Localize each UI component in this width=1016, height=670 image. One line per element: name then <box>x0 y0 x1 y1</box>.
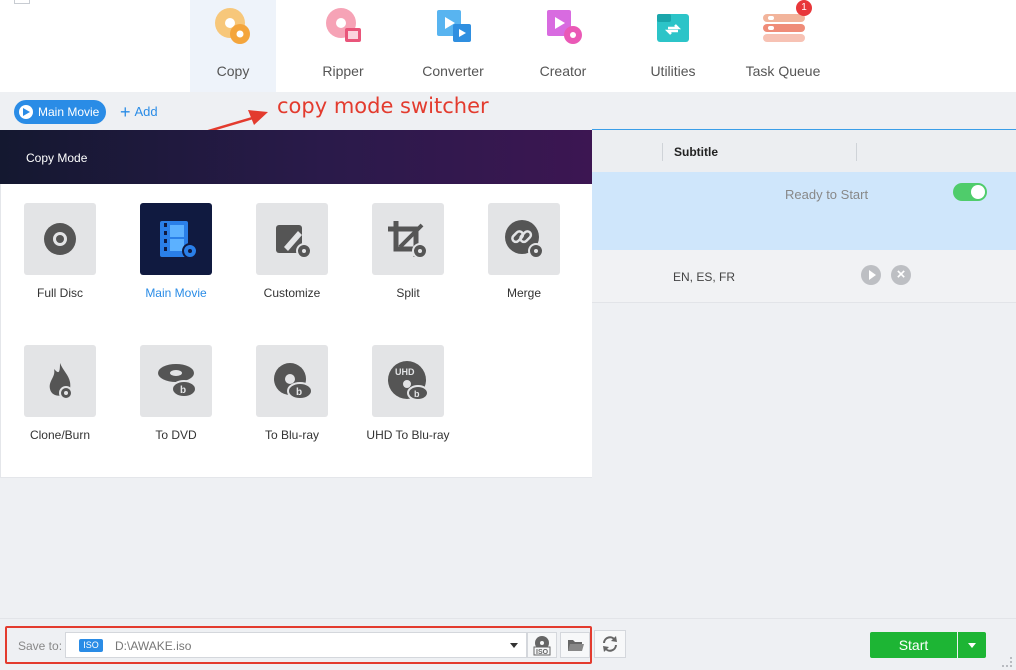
refresh-icon <box>603 636 617 652</box>
mode-tile: b <box>140 345 212 417</box>
mode-tile <box>488 203 560 275</box>
start-button[interactable]: Start <box>870 632 957 658</box>
mode-merge[interactable]: Merge <box>466 203 582 313</box>
nav-converter[interactable]: Converter <box>410 0 496 92</box>
start-options-dropdown[interactable] <box>958 632 986 658</box>
title-row-selected[interactable]: Ready to Start <box>592 172 1016 250</box>
chevron-down-icon[interactable] <box>510 643 518 648</box>
mode-tile <box>256 203 328 275</box>
iso-disc-icon: ISO <box>533 636 551 656</box>
svg-text:b: b <box>414 389 420 399</box>
refresh-button[interactable] <box>594 630 626 658</box>
iso-format-tag: ISO <box>79 639 103 652</box>
mode-tile <box>24 203 96 275</box>
mode-label: To Blu-ray <box>264 428 320 442</box>
copy-mode-title: Copy Mode <box>26 151 88 165</box>
mode-tile: UHD b <box>372 345 444 417</box>
plus-icon: + <box>120 102 131 122</box>
nav-ripper[interactable]: Ripper <box>300 0 386 92</box>
svg-text:b: b <box>296 387 302 398</box>
nav-copy[interactable]: Copy <box>190 0 276 92</box>
svg-text:b: b <box>180 385 186 396</box>
edit-pencil-icon <box>276 225 312 259</box>
disc-icon <box>44 223 76 255</box>
link-merge-icon <box>505 220 544 259</box>
mode-tile <box>140 203 212 275</box>
top-navigation: Copy Ripper Converter Creator Utilities … <box>0 0 1016 92</box>
uhd-bluray-icon: UHD b <box>388 361 429 401</box>
mode-label: Clone/Burn <box>29 428 91 442</box>
title-row-details[interactable]: EN, ES, FR × <box>592 250 1016 303</box>
status-text: Ready to Start <box>785 187 869 202</box>
bluray-disc-icon: b <box>274 363 313 400</box>
mode-full-disc[interactable]: Full Disc <box>2 203 118 313</box>
dvd-disc-icon: b <box>158 364 197 398</box>
copy-disc-icon <box>215 8 250 44</box>
nav-copy-label: Copy <box>216 63 250 79</box>
enable-toggle[interactable] <box>953 183 987 201</box>
flame-icon <box>49 363 73 400</box>
copy-mode-panel-header: Copy Mode <box>0 130 592 184</box>
mode-label: UHD To Blu-ray <box>366 428 450 442</box>
utilities-toolbox-icon <box>657 14 689 42</box>
nav-creator[interactable]: Creator <box>520 0 606 92</box>
add-label: Add <box>134 104 158 119</box>
column-separator <box>662 143 663 161</box>
mode-label: Split <box>396 286 420 300</box>
film-strip-icon <box>160 221 198 259</box>
save-to-label: Save to: <box>18 639 63 653</box>
creator-film-disc-icon <box>547 10 582 44</box>
subtitle-languages: EN, ES, FR <box>673 270 736 284</box>
column-separator <box>856 143 857 161</box>
mode-uhd-to-bluray[interactable]: UHD b UHD To Blu-ray <box>350 345 466 455</box>
iso-disc-button[interactable]: ISO <box>527 632 557 658</box>
mode-to-dvd[interactable]: b To DVD <box>118 345 234 455</box>
mode-customize[interactable]: Customize <box>234 203 350 313</box>
mode-label: Full Disc <box>36 286 83 300</box>
mode-label: Main Movie <box>145 286 207 300</box>
folder-icon <box>568 640 584 651</box>
svg-text:UHD: UHD <box>395 367 415 377</box>
mode-label: Customize <box>263 286 321 300</box>
arrow-right-icon <box>19 105 33 119</box>
mode-label: Merge <box>506 286 541 300</box>
bottom-bar: Save to: ISO D:\AWAKE.iso ISO Start <box>0 618 1016 670</box>
subtitle-column-header: Subtitle <box>674 145 718 159</box>
mode-tile <box>372 203 444 275</box>
mode-to-bluray[interactable]: b To Blu-ray <box>234 345 350 455</box>
nav-task-queue[interactable]: 1 Task Queue <box>740 0 826 92</box>
table-header: Subtitle <box>592 130 1016 172</box>
mode-main-movie[interactable]: Main Movie <box>118 203 234 313</box>
annotation-text: copy mode switcher <box>277 94 489 118</box>
resize-grip-icon[interactable] <box>1002 657 1012 667</box>
mode-label: To DVD <box>155 428 197 442</box>
svg-text:ISO: ISO <box>536 649 549 656</box>
nav-task-queue-label: Task Queue <box>745 63 821 79</box>
mode-tile: b <box>256 345 328 417</box>
save-to-section: Save to: ISO D:\AWAKE.iso ISO <box>5 626 592 664</box>
converter-film-icon <box>437 10 471 42</box>
copy-mode-panel: Full Disc Main Movie Customize Split Mer… <box>0 184 592 478</box>
remove-icon[interactable]: × <box>891 265 911 285</box>
output-path-dropdown[interactable]: ISO D:\AWAKE.iso <box>65 632 527 658</box>
nav-ripper-label: Ripper <box>322 63 364 79</box>
copy-mode-switcher[interactable]: Main Movie <box>14 100 106 124</box>
crop-split-icon <box>388 221 428 259</box>
nav-creator-label: Creator <box>539 63 587 79</box>
task-queue-badge: 1 <box>796 0 812 16</box>
add-source-button[interactable]: + Add <box>120 102 158 122</box>
current-mode-label: Main Movie <box>38 105 100 119</box>
play-icon[interactable] <box>861 265 881 285</box>
nav-utilities[interactable]: Utilities <box>630 0 716 92</box>
nav-converter-label: Converter <box>422 63 484 79</box>
mode-clone-burn[interactable]: Clone/Burn <box>2 345 118 455</box>
ripper-disc-icon <box>326 8 361 42</box>
mode-tile <box>24 345 96 417</box>
output-path-text: D:\AWAKE.iso <box>115 639 192 653</box>
window-icon <box>14 0 30 4</box>
nav-utilities-label: Utilities <box>650 63 696 79</box>
mode-split[interactable]: Split <box>350 203 466 313</box>
browse-folder-button[interactable] <box>560 632 590 658</box>
